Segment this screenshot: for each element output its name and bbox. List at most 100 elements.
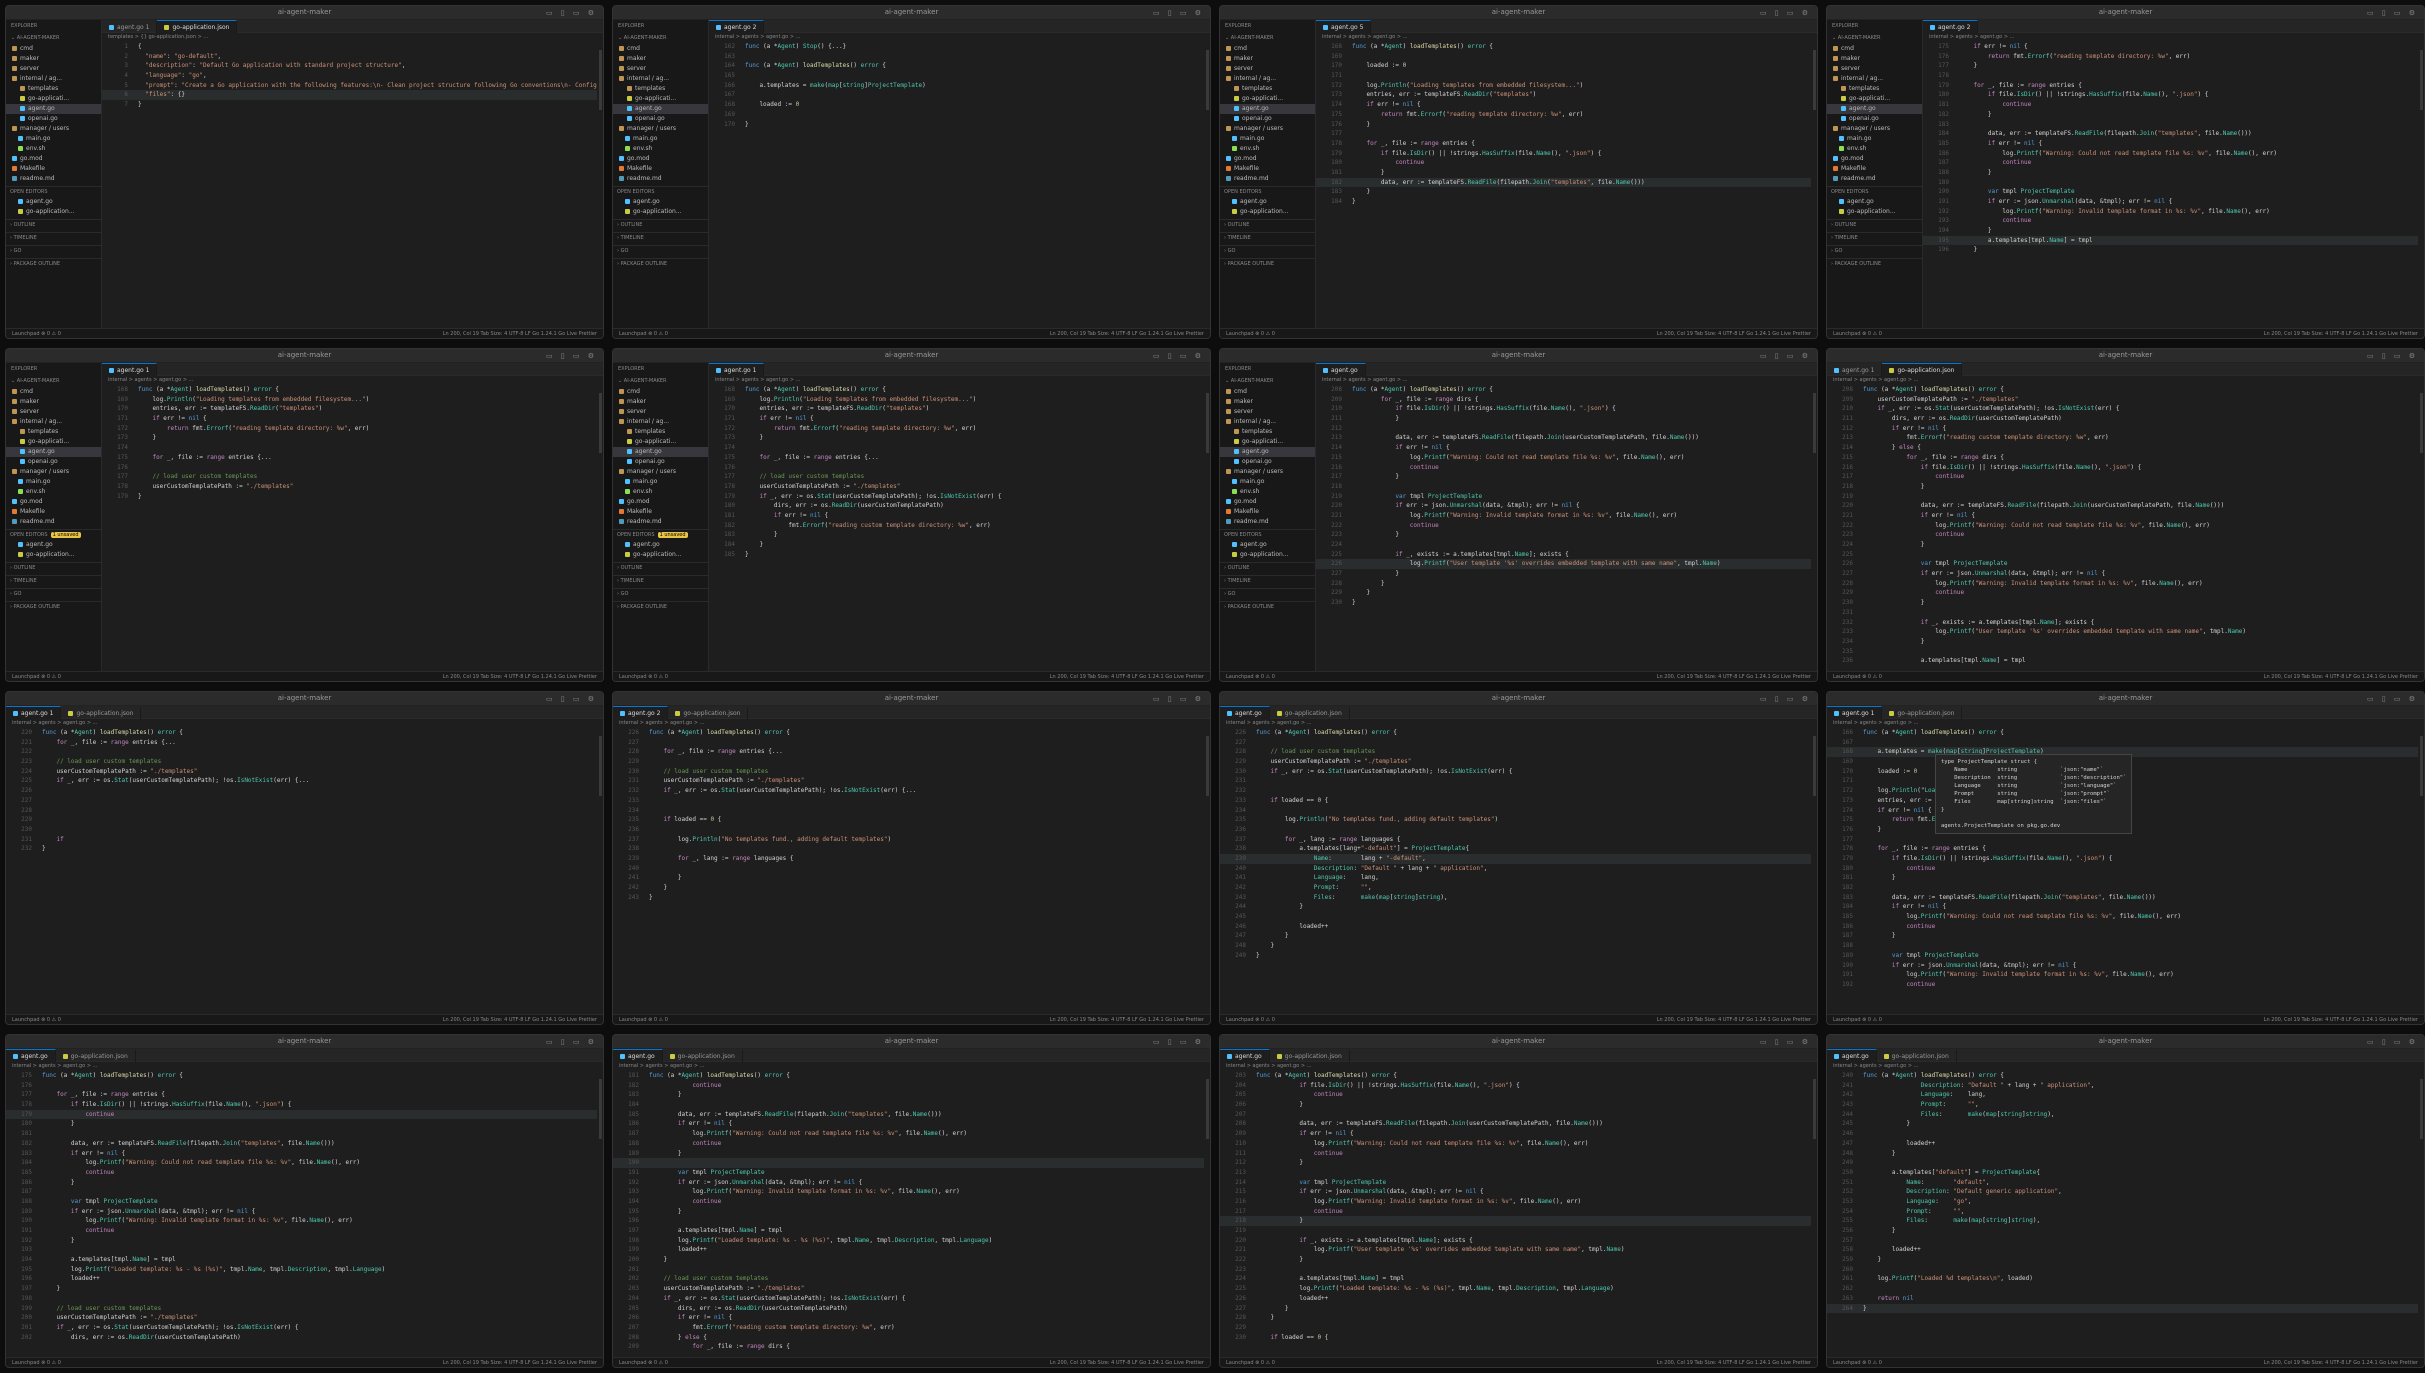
explorer-item[interactable]: go.mod [1220,154,1315,164]
scrollbar-thumb[interactable] [599,1079,602,1139]
open-editors-section[interactable]: OPEN EDITORS [1827,186,1922,197]
breadcrumb[interactable]: internal > agents > agent.go > ... [1833,1063,1918,1069]
explorer-item[interactable]: manager / users [613,467,708,477]
explorer-item[interactable]: Makefile [613,507,708,517]
explorer-item[interactable]: openai.go [1220,114,1315,124]
section-go[interactable]: › GO [613,588,708,599]
explorer-item[interactable]: env.sh [613,487,708,497]
explorer-item[interactable]: go.mod [6,497,101,507]
project-root[interactable]: ⌄ AI-AGENT-MAKER [1220,32,1315,44]
open-editor-item[interactable]: agent.go [613,197,708,207]
explorer-item[interactable]: maker [6,54,101,64]
explorer-item[interactable]: openai.go [613,114,708,124]
explorer-item[interactable]: manager / users [1827,124,1922,134]
explorer-item[interactable]: env.sh [1827,144,1922,154]
status-bar-info[interactable]: Ln 200, Col 19 Tab Size: 4 UTF-8 LF Go 1… [443,1015,597,1024]
code-area[interactable]: 226 func (a *Agent) loadTemplates() error… [613,728,1204,1014]
explorer-item[interactable]: readme.md [1220,174,1315,184]
editor-tab[interactable]: agent.go 1 [1827,364,1883,377]
editor-tab[interactable]: agent.go [1220,1049,1270,1062]
section-timeline[interactable]: › TIMELINE [6,575,101,586]
explorer-item[interactable]: cmd [6,44,101,54]
explorer-item[interactable]: env.sh [613,144,708,154]
explorer-item[interactable]: cmd [1827,44,1922,54]
open-editor-item[interactable]: go-application... [1827,207,1922,217]
editor-tab[interactable]: agent.go [6,1049,56,1062]
explorer-item[interactable]: maker [1220,397,1315,407]
explorer-item[interactable]: cmd [6,387,101,397]
status-bar-info[interactable]: Ln 200, Col 19 Tab Size: 4 UTF-8 LF Go 1… [443,672,597,681]
status-bar-info[interactable]: Ln 200, Col 19 Tab Size: 4 UTF-8 LF Go 1… [2264,1358,2418,1367]
code-area[interactable]: 175 func (a *Agent) loadTemplates() error… [6,1071,597,1357]
status-bar-info[interactable]: Ln 200, Col 19 Tab Size: 4 UTF-8 LF Go 1… [1050,1015,1204,1024]
code-area[interactable]: 208 func (a *Agent) loadTemplates() error… [1827,385,2418,671]
breadcrumb[interactable]: internal > agents > agent.go > ... [108,377,193,383]
editor-tab[interactable]: go-application.json [668,707,749,720]
explorer-item[interactable]: agent.go [6,447,101,457]
section-outline[interactable]: › OUTLINE [1220,219,1315,230]
code-area[interactable]: 220 func (a *Agent) loadTemplates() error… [6,728,597,1014]
explorer-item[interactable]: internal / ag... [613,74,708,84]
layout-toggle-icons[interactable]: ▭ ▯ ▭ ⚙ [1760,352,1811,360]
open-editor-item[interactable]: go-application... [6,207,101,217]
explorer-item[interactable]: maker [613,397,708,407]
code-area[interactable]: 175 if err != nil {176 return fmt.Errorf… [1923,42,2418,328]
explorer-item[interactable]: go-applicati... [613,94,708,104]
scrollbar-thumb[interactable] [1206,50,1209,110]
section-package-outline[interactable]: › PACKAGE OUTLINE [613,258,708,269]
explorer-item[interactable]: openai.go [6,114,101,124]
explorer-item[interactable]: cmd [1220,387,1315,397]
explorer-item[interactable]: templates [1827,84,1922,94]
editor-tab[interactable]: agent.go [1827,1049,1877,1062]
breadcrumb[interactable]: internal > agents > agent.go > ... [1833,720,1918,726]
explorer-item[interactable]: env.sh [6,144,101,154]
layout-toggle-icons[interactable]: ▭ ▯ ▭ ⚙ [2367,695,2418,703]
section-outline[interactable]: › OUTLINE [1220,562,1315,573]
explorer-item[interactable]: agent.go [1220,447,1315,457]
section-outline[interactable]: › OUTLINE [613,562,708,573]
status-bar-info[interactable]: Ln 200, Col 19 Tab Size: 4 UTF-8 LF Go 1… [1050,1358,1204,1367]
explorer-item[interactable]: internal / ag... [613,417,708,427]
explorer-item[interactable]: manager / users [6,124,101,134]
scrollbar-thumb[interactable] [2420,1079,2423,1139]
explorer-item[interactable]: server [1827,64,1922,74]
editor-tab[interactable]: go-application.json [1270,1050,1350,1063]
open-editor-item[interactable]: go-application... [6,550,101,560]
explorer-item[interactable]: Makefile [1827,164,1922,174]
status-bar-info[interactable]: Ln 200, Col 19 Tab Size: 4 UTF-8 LF Go 1… [1657,329,1811,338]
explorer-item[interactable]: go-applicati... [6,437,101,447]
breadcrumb[interactable]: internal > agents > agent.go > ... [1929,34,2014,40]
explorer-item[interactable]: maker [1827,54,1922,64]
status-bar-info[interactable]: Ln 200, Col 19 Tab Size: 4 UTF-8 LF Go 1… [2264,672,2418,681]
explorer-item[interactable]: cmd [613,44,708,54]
open-editor-item[interactable]: agent.go [6,540,101,550]
scrollbar-thumb[interactable] [1206,736,1209,796]
explorer-item[interactable]: templates [1220,427,1315,437]
explorer-item[interactable]: Makefile [1220,164,1315,174]
explorer-item[interactable]: env.sh [1220,487,1315,497]
explorer-item[interactable]: openai.go [613,457,708,467]
code-area[interactable]: 240 func (a *Agent) loadTemplates() error… [1827,1071,2418,1357]
explorer-item[interactable]: server [6,407,101,417]
explorer-item[interactable]: server [1220,64,1315,74]
status-bar-info[interactable]: Ln 200, Col 19 Tab Size: 4 UTF-8 LF Go 1… [2264,1015,2418,1024]
explorer-item[interactable]: manager / users [1220,467,1315,477]
editor-tab[interactable]: agent.go 1 [102,21,158,34]
section-go[interactable]: › GO [6,588,101,599]
breadcrumb[interactable]: internal > agents > agent.go > ... [1322,34,1407,40]
project-root[interactable]: ⌄ AI-AGENT-MAKER [613,32,708,44]
explorer-item[interactable]: openai.go [1827,114,1922,124]
explorer-item[interactable]: internal / ag... [1827,74,1922,84]
editor-tab[interactable]: agent.go 5 [1316,20,1372,33]
project-root[interactable]: ⌄ AI-AGENT-MAKER [6,32,101,44]
layout-toggle-icons[interactable]: ▭ ▯ ▭ ⚙ [1760,9,1811,17]
status-bar-info[interactable]: Ln 200, Col 19 Tab Size: 4 UTF-8 LF Go 1… [443,1358,597,1367]
explorer-item[interactable]: templates [613,427,708,437]
editor-tab[interactable]: go-application.json [1882,707,1963,720]
explorer-item[interactable]: go-applicati... [613,437,708,447]
open-editor-item[interactable]: go-application... [1220,550,1315,560]
code-area[interactable]: 168 func (a *Agent) loadTemplates() error… [102,385,597,671]
scrollbar-thumb[interactable] [599,50,602,110]
layout-toggle-icons[interactable]: ▭ ▯ ▭ ⚙ [2367,352,2418,360]
editor-tab[interactable]: agent.go 1 [1827,706,1883,719]
